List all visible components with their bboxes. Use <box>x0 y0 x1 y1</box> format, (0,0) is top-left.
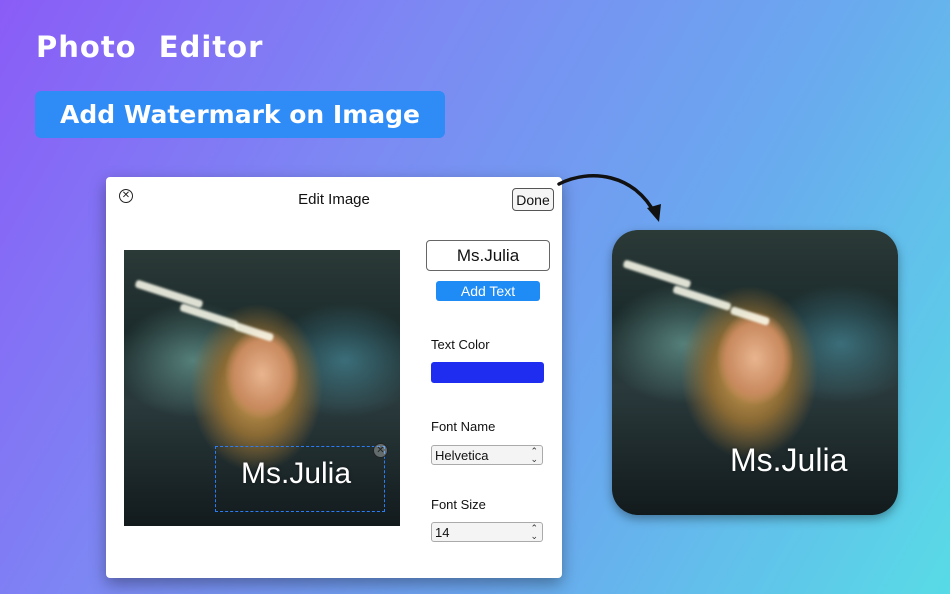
text-color-label: Text Color <box>431 337 490 352</box>
photo-light-3 <box>729 306 771 326</box>
banner-label: Add Watermark on Image <box>60 100 420 129</box>
arrow-icon <box>557 174 661 222</box>
photo-light-2 <box>179 302 239 330</box>
font-size-select[interactable]: 14 ⌃ ⌄ <box>431 522 543 542</box>
result-image: Ms.Julia <box>612 230 898 515</box>
font-size-value: 14 <box>435 524 450 540</box>
font-size-label: Font Size <box>431 497 486 512</box>
photo-light-1 <box>622 259 692 289</box>
chevron-updown-icon: ⌃ ⌄ <box>530 523 538 541</box>
watermark-text[interactable]: Ms.Julia <box>241 457 351 491</box>
font-name-label: Font Name <box>431 419 496 434</box>
photo-light-1 <box>134 279 204 309</box>
text-color-swatch[interactable] <box>431 362 544 383</box>
photo-light-2 <box>672 284 732 312</box>
done-button[interactable]: Done <box>512 188 554 211</box>
photo-light-3 <box>233 322 275 342</box>
result-watermark-text: Ms.Julia <box>730 442 848 478</box>
font-name-value: Helvetica <box>435 447 489 463</box>
page-title: Photo Editor <box>36 30 264 64</box>
watermark-text-input[interactable] <box>426 240 550 271</box>
feature-banner: Add Watermark on Image <box>35 91 445 138</box>
dialog-title: Edit Image <box>298 191 370 208</box>
edit-image-dialog: ✕ Edit Image Done Ms.Julia ✕ Add Text Te… <box>106 177 562 578</box>
remove-watermark-icon[interactable]: ✕ <box>373 443 388 458</box>
photo-canvas[interactable]: Ms.Julia ✕ <box>124 250 400 526</box>
chevron-updown-icon: ⌃ ⌄ <box>530 446 538 464</box>
add-text-button[interactable]: Add Text <box>436 281 540 301</box>
font-name-select[interactable]: Helvetica ⌃ ⌄ <box>431 445 543 465</box>
